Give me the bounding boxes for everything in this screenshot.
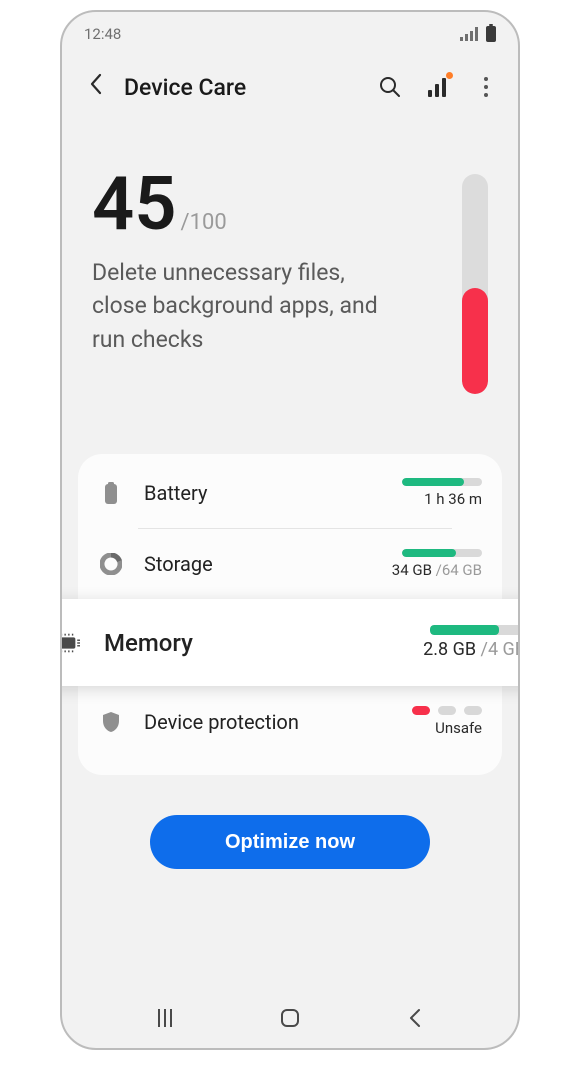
- score-max: /100: [181, 210, 227, 235]
- storage-label: Storage: [144, 552, 392, 576]
- protection-dot-unsafe: [412, 706, 430, 715]
- page-title: Device Care: [124, 74, 364, 101]
- app-header: Device Care: [62, 46, 518, 118]
- protection-status: Unsafe: [435, 719, 482, 737]
- score-message: Delete unnecessary files, close backgrou…: [92, 256, 392, 356]
- storage-progress: [402, 549, 482, 557]
- system-nav-bar: [62, 994, 518, 1048]
- notification-dot-icon: [446, 72, 453, 79]
- score-wrap: 45 /100: [92, 168, 462, 242]
- memory-value: 2.8 GB /4 GB: [423, 639, 520, 660]
- status-bar: 12:48: [62, 12, 518, 46]
- score-content: 45 /100 Delete unnecessary files, close …: [92, 168, 462, 394]
- storage-row-icon: [98, 553, 124, 575]
- battery-progress: [402, 478, 482, 486]
- memory-progress: [430, 625, 520, 635]
- battery-value: 1 h 36 m: [424, 490, 482, 508]
- score-section: 45 /100 Delete unnecessary files, close …: [62, 118, 518, 454]
- signal-icon: [460, 27, 478, 41]
- more-options-button[interactable]: [474, 75, 498, 99]
- device-protection-values: Unsafe: [412, 706, 482, 737]
- status-right: [460, 26, 496, 42]
- battery-row-icon: [98, 482, 124, 504]
- storage-values: 34 GB /64 GB: [392, 549, 482, 579]
- memory-values: 2.8 GB /4 GB: [423, 625, 520, 660]
- optimize-button[interactable]: Optimize now: [150, 815, 430, 869]
- status-card: Battery 1 h 36 m Storage 34 GB /64 GB Me…: [78, 454, 502, 775]
- device-protection-label: Device protection: [144, 710, 412, 734]
- data-usage-button[interactable]: [426, 75, 450, 99]
- memory-row-icon: [60, 633, 80, 653]
- nav-home-button[interactable]: [270, 1009, 310, 1027]
- score-meter: [462, 174, 488, 394]
- storage-progress-fill: [402, 549, 456, 557]
- protection-dots: [412, 706, 482, 715]
- battery-progress-fill: [402, 478, 464, 486]
- battery-icon: [486, 26, 496, 42]
- storage-row[interactable]: Storage 34 GB /64 GB: [78, 529, 502, 599]
- back-button[interactable]: [82, 66, 110, 108]
- shield-icon: [98, 711, 124, 733]
- memory-label: Memory: [104, 629, 423, 657]
- nav-back-button[interactable]: [395, 1008, 435, 1028]
- battery-values: 1 h 36 m: [402, 478, 482, 508]
- header-actions: [378, 75, 498, 99]
- memory-progress-fill: [430, 625, 499, 635]
- battery-row[interactable]: Battery 1 h 36 m: [78, 458, 502, 528]
- storage-value: 34 GB /64 GB: [392, 561, 482, 579]
- nav-recents-button[interactable]: [145, 1009, 185, 1027]
- score-meter-fill: [462, 288, 488, 394]
- memory-row[interactable]: Memory 2.8 GB /4 GB: [60, 599, 520, 686]
- score-value: 45: [92, 168, 177, 242]
- status-time: 12:48: [84, 25, 121, 43]
- protection-dot: [438, 706, 456, 715]
- protection-dot: [464, 706, 482, 715]
- search-button[interactable]: [378, 75, 402, 99]
- phone-frame: 12:48 Device Care: [60, 10, 520, 1050]
- device-protection-row[interactable]: Device protection Unsafe: [78, 686, 502, 757]
- battery-label: Battery: [144, 481, 402, 505]
